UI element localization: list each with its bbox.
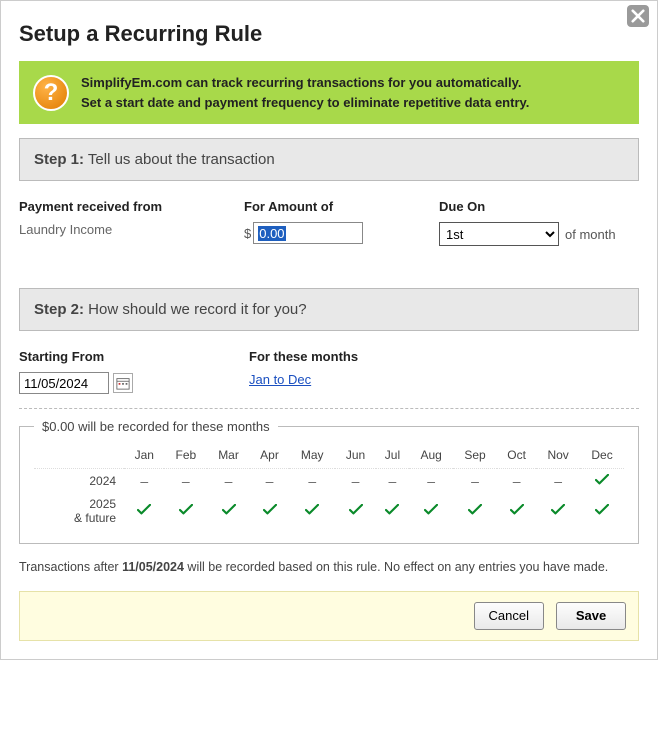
schedule-legend: $0.00 will be recorded for these months <box>34 419 278 434</box>
due-label: Due On <box>439 199 639 214</box>
schedule-cell: – <box>289 469 335 494</box>
schedule-cell <box>497 493 536 529</box>
note-suffix: will be recorded based on this rule. No … <box>184 560 608 574</box>
schedule-cell: – <box>497 469 536 494</box>
info-banner: ? SimplifyEm.com can track recurring tra… <box>19 61 639 124</box>
schedule-row: 2024––––––––––– <box>34 469 624 494</box>
cancel-button[interactable]: Cancel <box>474 602 544 630</box>
schedule-cell <box>536 493 580 529</box>
step2-fields: Starting From For these months Jan to De… <box>19 349 639 394</box>
month-header: Jul <box>376 444 409 469</box>
schedule-cell <box>376 493 409 529</box>
month-header: Oct <box>497 444 536 469</box>
starting-label: Starting From <box>19 349 199 364</box>
schedule-cell: – <box>409 469 453 494</box>
amount-value-selected: 0.00 <box>258 226 285 241</box>
due-suffix: of month <box>565 227 616 242</box>
schedule-cell: – <box>536 469 580 494</box>
months-link[interactable]: Jan to Dec <box>249 372 358 387</box>
schedule-cell <box>580 493 624 529</box>
schedule-cell <box>164 493 207 529</box>
amount-label: For Amount of <box>244 199 419 214</box>
schedule-cell: – <box>250 469 289 494</box>
schedule-cell <box>124 493 164 529</box>
amount-col: For Amount of $ 0.00 <box>244 199 419 246</box>
footer-note: Transactions after 11/05/2024 will be re… <box>19 558 639 577</box>
info-line2: Set a start date and payment frequency t… <box>81 95 529 110</box>
note-prefix: Transactions after <box>19 560 122 574</box>
calendar-button[interactable] <box>113 373 133 393</box>
schedule-cell <box>289 493 335 529</box>
payment-label: Payment received from <box>19 199 224 214</box>
due-select[interactable]: 1st <box>439 222 559 246</box>
month-header: Nov <box>536 444 580 469</box>
schedule-cell: – <box>335 469 375 494</box>
month-header: Mar <box>207 444 250 469</box>
month-header: Apr <box>250 444 289 469</box>
schedule-cell <box>409 493 453 529</box>
close-button[interactable] <box>627 5 649 27</box>
schedule-cell <box>453 493 497 529</box>
months-col: For these months Jan to Dec <box>249 349 358 394</box>
info-text: SimplifyEm.com can track recurring trans… <box>81 73 529 112</box>
schedule-cell <box>335 493 375 529</box>
schedule-cell: – <box>453 469 497 494</box>
currency-symbol: $ <box>244 226 251 241</box>
payment-value: Laundry Income <box>19 222 224 237</box>
step2-desc: How should we record it for you? <box>84 301 307 318</box>
save-button[interactable]: Save <box>556 602 626 630</box>
month-header: Aug <box>409 444 453 469</box>
schedule-row-label: 2025& future <box>34 493 124 529</box>
month-header: Jun <box>335 444 375 469</box>
schedule-cell: – <box>124 469 164 494</box>
step1-header: Step 1: Tell us about the transaction <box>19 138 639 181</box>
divider <box>19 408 639 409</box>
date-wrap <box>19 372 199 394</box>
month-header: May <box>289 444 335 469</box>
step1-desc: Tell us about the transaction <box>84 151 275 168</box>
close-icon <box>631 9 645 23</box>
schedule-fieldset: $0.00 will be recorded for these months … <box>19 419 639 544</box>
step2-header: Step 2: How should we record it for you? <box>19 288 639 331</box>
schedule-cell <box>250 493 289 529</box>
step2-label: Step 2: <box>34 301 84 318</box>
note-date: 11/05/2024 <box>122 560 184 574</box>
schedule-cell <box>207 493 250 529</box>
month-header: Feb <box>164 444 207 469</box>
schedule-cell: – <box>207 469 250 494</box>
step1-label: Step 1: <box>34 151 84 168</box>
month-header: Jan <box>124 444 164 469</box>
schedule-table: JanFebMarAprMayJunJulAugSepOctNovDec 202… <box>34 444 624 529</box>
amount-input[interactable]: 0.00 <box>253 222 363 244</box>
info-line1: SimplifyEm.com can track recurring trans… <box>81 75 521 90</box>
dialog-title: Setup a Recurring Rule <box>19 21 639 47</box>
recurring-rule-dialog: Setup a Recurring Rule ? SimplifyEm.com … <box>0 0 658 660</box>
due-col: Due On 1st of month <box>439 199 639 246</box>
payment-col: Payment received from Laundry Income <box>19 199 224 246</box>
schedule-cell <box>580 469 624 494</box>
starting-col: Starting From <box>19 349 199 394</box>
question-icon: ? <box>33 75 69 111</box>
calendar-icon <box>116 376 130 390</box>
schedule-row-label: 2024 <box>34 469 124 494</box>
step1-fields: Payment received from Laundry Income For… <box>19 199 639 246</box>
schedule-cell: – <box>164 469 207 494</box>
month-header: Dec <box>580 444 624 469</box>
month-header: Sep <box>453 444 497 469</box>
schedule-row: 2025& future <box>34 493 624 529</box>
button-bar: Cancel Save <box>19 591 639 641</box>
schedule-cell: – <box>376 469 409 494</box>
months-header: JanFebMarAprMayJunJulAugSepOctNovDec <box>34 444 624 469</box>
starting-date-input[interactable] <box>19 372 109 394</box>
due-wrap: 1st of month <box>439 222 639 246</box>
amount-wrap: $ 0.00 <box>244 222 419 244</box>
months-label: For these months <box>249 349 358 364</box>
